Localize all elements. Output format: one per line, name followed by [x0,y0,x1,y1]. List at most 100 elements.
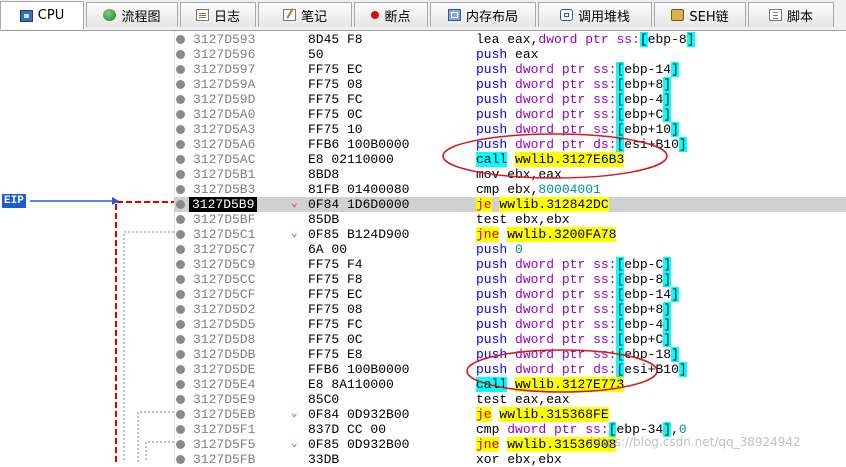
disasm-row[interactable]: 3127D5EB ⌄ 0F84 0D932B00 je wwlib.315368FE [174,407,846,422]
breakpoint-dot-icon[interactable] [176,350,185,359]
disasm-row[interactable]: 3127D5AC E8 02110000 call wwlib.3127E6B3 [174,152,846,167]
instruction: je wwlib.315368FE [476,407,609,422]
breakpoint-dot-icon[interactable] [176,185,185,194]
address: 3127D59D [193,92,256,107]
address: 3127D5C7 [193,242,256,257]
breakpoint-dot-icon[interactable] [176,125,185,134]
disasm-row[interactable]: 3127D5A0 FF75 0C push dword ptr ss:[ebp+C] [174,107,846,122]
disasm-row[interactable]: 3127D59A FF75 08 push dword ptr ss:[ebp+8] [174,77,846,92]
tab-script[interactable]: 脚本 [748,2,834,27]
address: 3127D5D2 [193,302,256,317]
tab-cpu[interactable]: CPU [0,1,84,29]
disasm-row[interactable]: 3127D5CF FF75 EC push dword ptr ss:[ebp-14… [174,287,846,302]
breakpoint-dot-icon[interactable] [176,425,185,434]
opcode-bytes: 0F84 1D6D0000 [308,197,410,212]
address: 3127D5E9 [193,392,256,407]
tab-label: SEH链 [689,9,729,25]
disasm-row[interactable]: 3127D5FB 33DB xor ebx,ebx [174,452,846,467]
instruction: push dword ptr ss:[ebp+10] [476,122,679,137]
disasm-row[interactable]: 3127D5CC FF75 F8 push dword ptr ss:[ebp-8] [174,272,846,287]
jump-marker-icon: ⌄ [291,408,298,420]
breakpoint-dot-icon[interactable] [176,275,185,284]
breakpoint-dot-icon[interactable] [176,290,185,299]
instruction: push dword ptr ss:[ebp-C] [476,257,672,272]
seh-chain-icon [671,9,685,21]
tab-seh-chain[interactable]: SEH链 [654,2,746,27]
breakpoint-dot-icon[interactable] [176,365,185,374]
disasm-row[interactable]: 3127D5DB FF75 E8 push dword ptr ss:[ebp-18… [174,347,846,362]
address: 3127D5B3 [193,182,256,197]
disasm-row[interactable]: 3127D5E9 85C0 test eax,eax [174,392,846,407]
disasm-row[interactable]: 3127D593 8D45 F8 lea eax,dword ptr ss:[ebp… [174,32,846,47]
disasm-row[interactable]: 3127D5D2 FF75 08 push dword ptr ss:[ebp+8] [174,302,846,317]
breakpoint-dot-icon[interactable] [176,410,185,419]
disassembly-rows[interactable]: 3127D593 8D45 F8 lea eax,dword ptr ss:[ebp… [174,31,846,467]
notes-icon [282,9,296,21]
breakpoint-dot-icon[interactable] [176,230,185,239]
disasm-row[interactable]: 3127D5D8 FF75 0C push dword ptr ss:[ebp+C] [174,332,846,347]
opcode-bytes: FF75 E8 [308,347,363,362]
tab-flow-graph[interactable]: 流程图 [86,2,178,27]
breakpoint-dot-icon[interactable] [176,335,185,344]
disasm-row[interactable]: 3127D597 FF75 EC push dword ptr ss:[ebp-14… [174,62,846,77]
jne-branch-line [123,231,174,462]
address: 3127D596 [193,47,256,62]
opcode-bytes: 33DB [308,452,340,467]
breakpoint-dot-icon[interactable] [176,140,185,149]
opcode-bytes: E8 8A110000 [308,377,394,392]
breakpoint-dot-icon[interactable] [176,305,185,314]
instruction: mov ebx,eax [476,167,562,182]
opcode-bytes: 0F85 B124D900 [308,227,410,242]
breakpoint-dot-icon[interactable] [176,200,185,209]
breakpoint-dot-icon[interactable] [176,35,185,44]
breakpoint-dot-icon[interactable] [176,395,185,404]
instruction: push dword ptr ss:[ebp+C] [476,332,672,347]
memory-map-icon [447,9,461,21]
opcode-bytes: 81FB 01400080 [308,182,410,197]
disasm-row[interactable]: 3127D5C7 6A 00 push 0 [174,242,846,257]
breakpoint-dot-icon[interactable] [176,170,185,179]
disasm-row[interactable]: 3127D5B3 81FB 01400080 cmp ebx,80004001 [174,182,846,197]
disasm-row[interactable]: 3127D5C9 FF75 F4 push dword ptr ss:[ebp-C] [174,257,846,272]
address: 3127D5CC [193,272,256,287]
breakpoint-dot-icon[interactable] [176,50,185,59]
instruction: push dword ptr ss:[ebp-14] [476,287,679,302]
disasm-row[interactable]: 3127D5A3 FF75 10 push dword ptr ss:[ebp+10… [174,122,846,137]
instruction: lea eax,dword ptr ss:[ebp-8] [476,32,695,47]
opcode-bytes: 0F84 0D932B00 [308,407,410,422]
breakpoint-dot-icon[interactable] [176,260,185,269]
breakpoint-dot-icon[interactable] [176,320,185,329]
disasm-row[interactable]: 3127D5D5 FF75 FC push dword ptr ss:[ebp-4] [174,317,846,332]
breakpoint-dot-icon[interactable] [176,380,185,389]
disasm-row[interactable]: 3127D5B1 8BD8 mov ebx,eax [174,167,846,182]
disasm-row[interactable]: 3127D5E4 E8 8A110000 call wwlib.3127E773 [174,377,846,392]
opcode-bytes: FF75 FC [308,92,363,107]
disasm-row[interactable]: 3127D5A6 FFB6 100B0000 push dword ptr ds:[… [174,137,846,152]
disasm-row[interactable]: 3127D5BF 85DB test ebx,ebx [174,212,846,227]
opcode-bytes: 6A 00 [308,242,348,257]
address: 3127D597 [193,62,256,77]
tab-notes[interactable]: 笔记 [258,2,352,27]
opcode-bytes: 85DB [308,212,340,227]
tab-log[interactable]: 日志 [180,2,256,27]
breakpoint-dot-icon[interactable] [176,245,185,254]
breakpoint-dot-icon[interactable] [176,95,185,104]
disassembly-view[interactable]: EIP 3127D593 8D45 F8 lea eax,dword ptr ss:… [0,31,846,467]
breakpoint-dot-icon[interactable] [176,440,185,449]
tab-call-stack[interactable]: 调用堆栈 [538,2,652,27]
breakpoint-dot-icon[interactable] [176,110,185,119]
disasm-row[interactable]: 3127D59D FF75 FC push dword ptr ss:[ebp-4] [174,92,846,107]
tab-memory-map[interactable]: 内存布局 [430,2,536,27]
breakpoint-dot-icon[interactable] [176,65,185,74]
disasm-row[interactable]: 3127D5C1 ⌄ 0F85 B124D900 jne wwlib.3200FA78 [174,227,846,242]
tab-breakpoint[interactable]: 断点 [354,2,428,27]
breakpoint-dot-icon[interactable] [176,80,185,89]
disasm-row[interactable]: 3127D5DE FFB6 100B0000 push dword ptr ds:[… [174,362,846,377]
instruction: cmp ebx,80004001 [476,182,601,197]
address: 3127D5E4 [193,377,256,392]
disasm-row[interactable]: 3127D5B9 ⌄ 0F84 1D6D0000 je wwlib.312842DC [174,197,846,212]
disasm-row[interactable]: 3127D596 50 push eax [174,47,846,62]
breakpoint-dot-icon[interactable] [176,155,185,164]
breakpoint-dot-icon[interactable] [176,215,185,224]
breakpoint-dot-icon[interactable] [176,455,185,464]
